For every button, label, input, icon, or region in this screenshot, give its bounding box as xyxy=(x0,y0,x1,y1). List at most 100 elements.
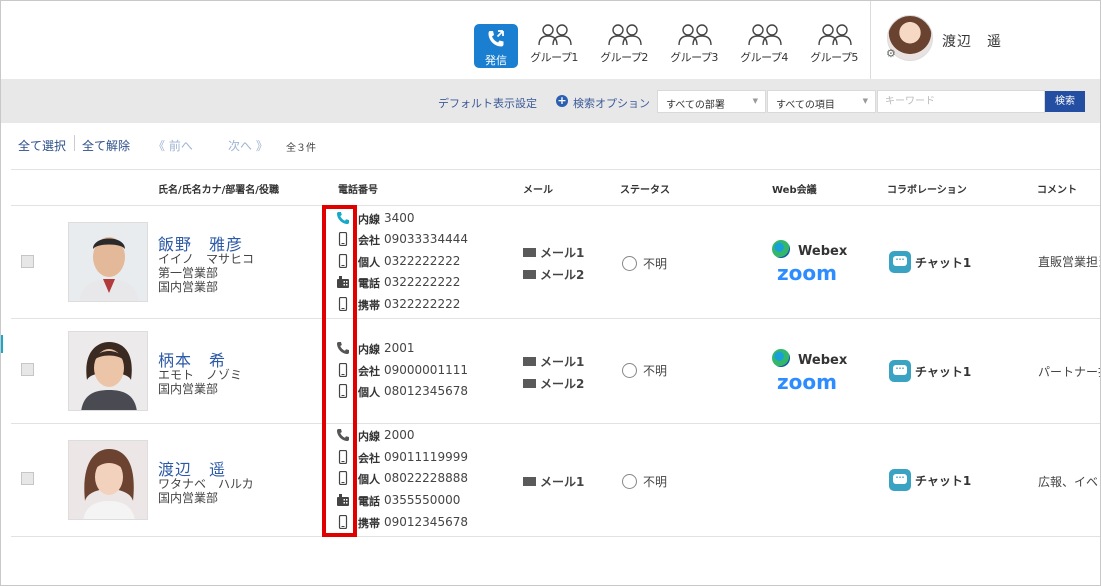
phone-kind: 会社 xyxy=(358,365,380,378)
phone-icon xyxy=(337,429,349,441)
contact-kana: ワタナベ ハルカ xyxy=(158,477,254,491)
webex-label: Webex xyxy=(798,244,848,259)
mobile-phone-icon xyxy=(338,450,348,464)
group-button-5[interactable]: グループ5 xyxy=(810,21,858,67)
prev-page-link[interactable]: 《 前へ xyxy=(153,137,193,154)
row-marker xyxy=(1,335,3,353)
phone-number: 0322222222 xyxy=(384,275,461,289)
department-select[interactable]: すべての部署 ▼ xyxy=(657,90,766,113)
chat-icon: ··· xyxy=(889,360,911,382)
mail-link[interactable]: メール2 xyxy=(523,266,584,283)
group-label-2: グループ2 xyxy=(600,51,648,64)
mail-link[interactable]: メール2 xyxy=(523,375,584,392)
contact-photo xyxy=(68,222,148,302)
row-checkbox[interactable] xyxy=(21,472,34,485)
status-badge: 不明 xyxy=(622,473,667,490)
chat-icon: ··· xyxy=(889,251,911,273)
group-label-5: グループ5 xyxy=(810,51,858,64)
phone-call-icon xyxy=(488,30,504,47)
group-button-4[interactable]: グループ4 xyxy=(740,21,788,67)
phone-number: 08012345678 xyxy=(384,384,468,398)
gear-icon[interactable]: ⚙ xyxy=(886,47,896,60)
contact-photo xyxy=(68,440,148,520)
mobile-phone-icon xyxy=(338,384,348,398)
deselect-all-link[interactable]: 全て解除 xyxy=(82,137,130,154)
mail-link[interactable]: メール1 xyxy=(523,244,584,261)
next-page-link[interactable]: 次へ 》 xyxy=(228,137,268,154)
col-comment[interactable]: コメント xyxy=(1037,181,1077,196)
search-button[interactable]: 検索 xyxy=(1045,91,1085,112)
group-button-1[interactable]: グループ1 xyxy=(530,21,578,67)
group-label-3: グループ3 xyxy=(670,51,718,64)
webex-label: Webex xyxy=(798,353,848,368)
col-web[interactable]: Web会議 xyxy=(772,181,817,196)
contact-kana: エモト ノゾミ xyxy=(158,368,243,382)
item-select[interactable]: すべての項目 ▼ xyxy=(767,90,876,113)
phone-kind: 内線 xyxy=(358,430,380,443)
desk-phone-icon xyxy=(337,494,349,506)
col-mail[interactable]: メール xyxy=(523,181,553,196)
webex-icon xyxy=(772,240,790,258)
chat-link[interactable]: ··· チャット1 xyxy=(889,251,971,273)
status-badge: 不明 xyxy=(622,255,667,272)
mail-label: メール2 xyxy=(540,377,585,391)
group-button-2[interactable]: グループ2 xyxy=(600,21,648,67)
keyword-input[interactable] xyxy=(877,90,1045,113)
webex-link[interactable]: Webex xyxy=(772,349,847,368)
comment-text: 直販営業担当 xyxy=(1038,255,1100,269)
zoom-link[interactable]: zoom xyxy=(777,370,837,394)
mail-label: メール2 xyxy=(540,268,585,282)
col-status[interactable]: ステータス xyxy=(620,181,670,196)
header: 発信 グループ1 グループ2 グループ3 グループ4 グループ5 ⚙ 渡辺 遥 xyxy=(1,1,1100,79)
mobile-phone-icon xyxy=(338,297,348,311)
col-name[interactable]: 氏名/氏名カナ/部署名/役職 xyxy=(158,181,279,196)
phone-number: 09011119999 xyxy=(384,450,468,464)
user-name: 渡辺 遥 xyxy=(942,34,1002,50)
phone-number: 3400 xyxy=(384,211,415,225)
caret-down-icon: ▼ xyxy=(752,97,758,105)
phone-kind: 携帯 xyxy=(358,517,380,530)
phone-icon xyxy=(337,342,349,354)
phone-number: 0355550000 xyxy=(384,493,461,507)
search-option-link[interactable]: 検索オプション xyxy=(573,95,650,111)
webex-icon xyxy=(772,349,790,367)
status-circle-icon xyxy=(622,256,637,271)
chat-icon: ··· xyxy=(889,469,911,491)
mail-label: メール1 xyxy=(540,246,585,260)
phone-number: 08022228888 xyxy=(384,471,468,485)
phone-kind: 携帯 xyxy=(358,299,380,312)
group-label-1: グループ1 xyxy=(530,51,578,64)
col-phone[interactable]: 電話番号 xyxy=(338,181,378,196)
envelope-icon xyxy=(523,477,536,486)
mobile-phone-icon xyxy=(338,363,348,377)
phone-kind: 個人 xyxy=(358,256,380,269)
chat-link[interactable]: ··· チャット1 xyxy=(889,360,971,382)
phone-number: 09033334444 xyxy=(384,232,468,246)
default-display-link[interactable]: デフォルト表示設定 xyxy=(438,95,537,111)
phone-kind: 個人 xyxy=(358,386,380,399)
department-select-value: すべての部署 xyxy=(666,100,725,111)
zoom-link[interactable]: zoom xyxy=(777,261,837,285)
row-checkbox[interactable] xyxy=(21,255,34,268)
call-button[interactable]: 発信 xyxy=(474,24,518,68)
status-text: 不明 xyxy=(643,475,668,489)
select-all-link[interactable]: 全て選択 xyxy=(18,137,66,154)
mail-link[interactable]: メール1 xyxy=(523,353,584,370)
row-divider xyxy=(11,318,1100,319)
contact-dept: 国内営業部 xyxy=(158,280,219,294)
chat-label: チャット1 xyxy=(915,474,972,488)
phone-kind: 電話 xyxy=(358,277,380,290)
group-button-3[interactable]: グループ3 xyxy=(670,21,718,67)
row-divider xyxy=(11,536,1100,537)
webex-link[interactable]: Webex xyxy=(772,240,847,259)
mail-link[interactable]: メール1 xyxy=(523,473,584,490)
col-collab[interactable]: コラボレーション xyxy=(887,181,967,196)
plus-icon[interactable]: + xyxy=(556,95,568,107)
row-checkbox[interactable] xyxy=(21,363,34,376)
mobile-phone-icon xyxy=(338,254,348,268)
group-icon xyxy=(538,24,572,46)
comment-text: パートナー担 xyxy=(1038,365,1100,379)
table-header: 氏名/氏名カナ/部署名/役職 電話番号 メール ステータス Web会議 コラボレ… xyxy=(11,169,1100,206)
chat-link[interactable]: ··· チャット1 xyxy=(889,469,971,491)
caret-down-icon: ▼ xyxy=(862,97,868,105)
